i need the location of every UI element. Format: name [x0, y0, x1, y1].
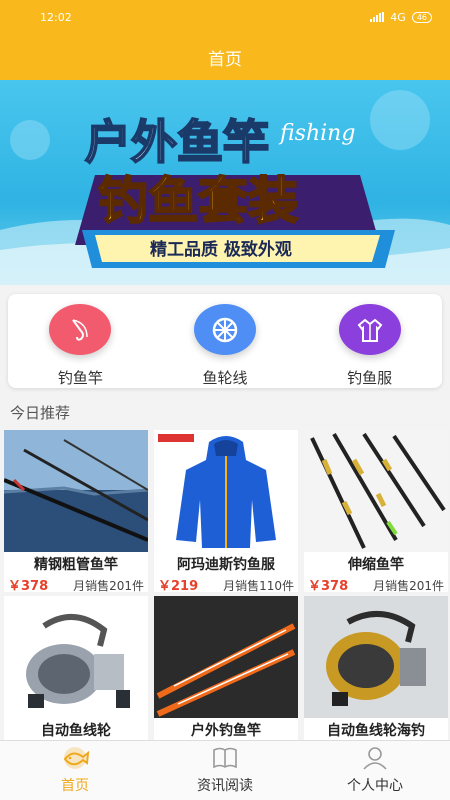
category-icon-circle — [338, 304, 401, 355]
category-fishing-clothes[interactable]: 钓鱼服 — [297, 294, 442, 388]
jacket-icon — [357, 318, 383, 342]
network-label: 4G — [390, 10, 406, 24]
status-bar: 12:02 4G 46 — [0, 0, 450, 34]
tab-home[interactable]: 首页 — [0, 741, 150, 800]
category-label: 钓鱼竿 — [57, 369, 103, 387]
status-time: 12:02 — [40, 10, 72, 24]
category-icon-circle — [49, 304, 112, 355]
product-meta: ￥378 月销售201件 — [304, 575, 448, 594]
product-image — [4, 596, 148, 718]
status-indicators: 4G 46 — [370, 11, 432, 24]
product-card[interactable]: 户外钓鱼竿 — [154, 596, 298, 740]
banner-line2: 钓鱼套装 — [98, 172, 298, 230]
product-sales: 月销售201件 — [73, 579, 144, 593]
banner-artwork: 户外鱼竿 fishing 钓鱼套装 精工品质 极致外观 — [0, 90, 450, 285]
category-label: 钓鱼服 — [347, 369, 393, 387]
product-image — [304, 596, 448, 718]
fish-home-icon — [63, 747, 90, 769]
bottom-tab-bar: 首页 资讯阅读 个人中心 — [0, 740, 450, 800]
signal-icon — [370, 12, 385, 22]
product-price: ￥378 — [308, 579, 349, 594]
category-label: 鱼轮线 — [202, 369, 248, 387]
tab-profile[interactable]: 个人中心 — [300, 741, 450, 800]
product-sales: 月销售201件 — [373, 579, 444, 593]
fishing-rod-icon — [72, 318, 89, 341]
product-meta: ￥378 月销售201件 — [4, 575, 148, 594]
promo-banner[interactable]: 户外鱼竿 fishing 钓鱼套装 精工品质 极致外观 — [0, 80, 450, 285]
person-icon — [363, 747, 387, 770]
product-meta: ￥219 月销售110件 — [154, 575, 298, 594]
product-name: 自动鱼线轮 — [41, 723, 111, 739]
product-image — [304, 430, 448, 552]
product-price: ￥378 — [8, 579, 49, 594]
page-header: 首页 — [0, 34, 450, 80]
product-card[interactable]: 自动鱼线轮海钓 — [304, 596, 448, 740]
battery-icon: 46 — [411, 11, 432, 23]
category-fishing-rod[interactable]: 钓鱼竿 — [8, 294, 153, 388]
product-image — [154, 430, 298, 552]
tab-label: 资讯阅读 — [197, 778, 253, 794]
banner-slogan: 精工品质 极致外观 — [150, 239, 292, 260]
tab-news[interactable]: 资讯阅读 — [150, 741, 300, 800]
product-card[interactable]: 精钢粗管鱼竿 ￥378 月销售201件 — [4, 430, 148, 594]
product-price: ￥219 — [158, 579, 199, 594]
product-name: 自动鱼线轮海钓 — [327, 723, 425, 739]
category-reel-line[interactable]: 鱼轮线 — [153, 294, 298, 388]
product-name: 户外钓鱼竿 — [191, 723, 261, 739]
banner-line1: 户外鱼竿 — [85, 115, 269, 169]
product-image — [154, 596, 298, 718]
category-icon-circle — [194, 304, 256, 355]
product-card[interactable]: 伸缩鱼竿 ￥378 月销售201件 — [304, 430, 448, 594]
product-name: 精钢粗管鱼竿 — [34, 557, 118, 573]
category-panel: 钓鱼竿 鱼轮线 钓鱼服 — [8, 294, 442, 388]
product-image — [4, 430, 148, 552]
product-grid: 精钢粗管鱼竿 ￥378 月销售201件 阿玛迪斯钓鱼服 ￥219 月销售110件 — [4, 430, 448, 740]
banner-line1-en: fishing — [278, 121, 355, 146]
tab-label: 个人中心 — [347, 778, 403, 794]
page-title: 首页 — [208, 49, 242, 70]
product-card[interactable]: 阿玛迪斯钓鱼服 ￥219 月销售110件 — [154, 430, 298, 594]
product-card[interactable]: 自动鱼线轮 — [4, 596, 148, 740]
book-icon — [213, 747, 237, 769]
product-sales: 月销售110件 — [223, 579, 294, 593]
product-name: 阿玛迪斯钓鱼服 — [177, 557, 275, 573]
tab-label: 首页 — [61, 778, 89, 794]
section-title: 今日推荐 — [10, 404, 71, 422]
reel-wheel-icon — [212, 317, 238, 342]
product-name: 伸缩鱼竿 — [348, 557, 404, 573]
